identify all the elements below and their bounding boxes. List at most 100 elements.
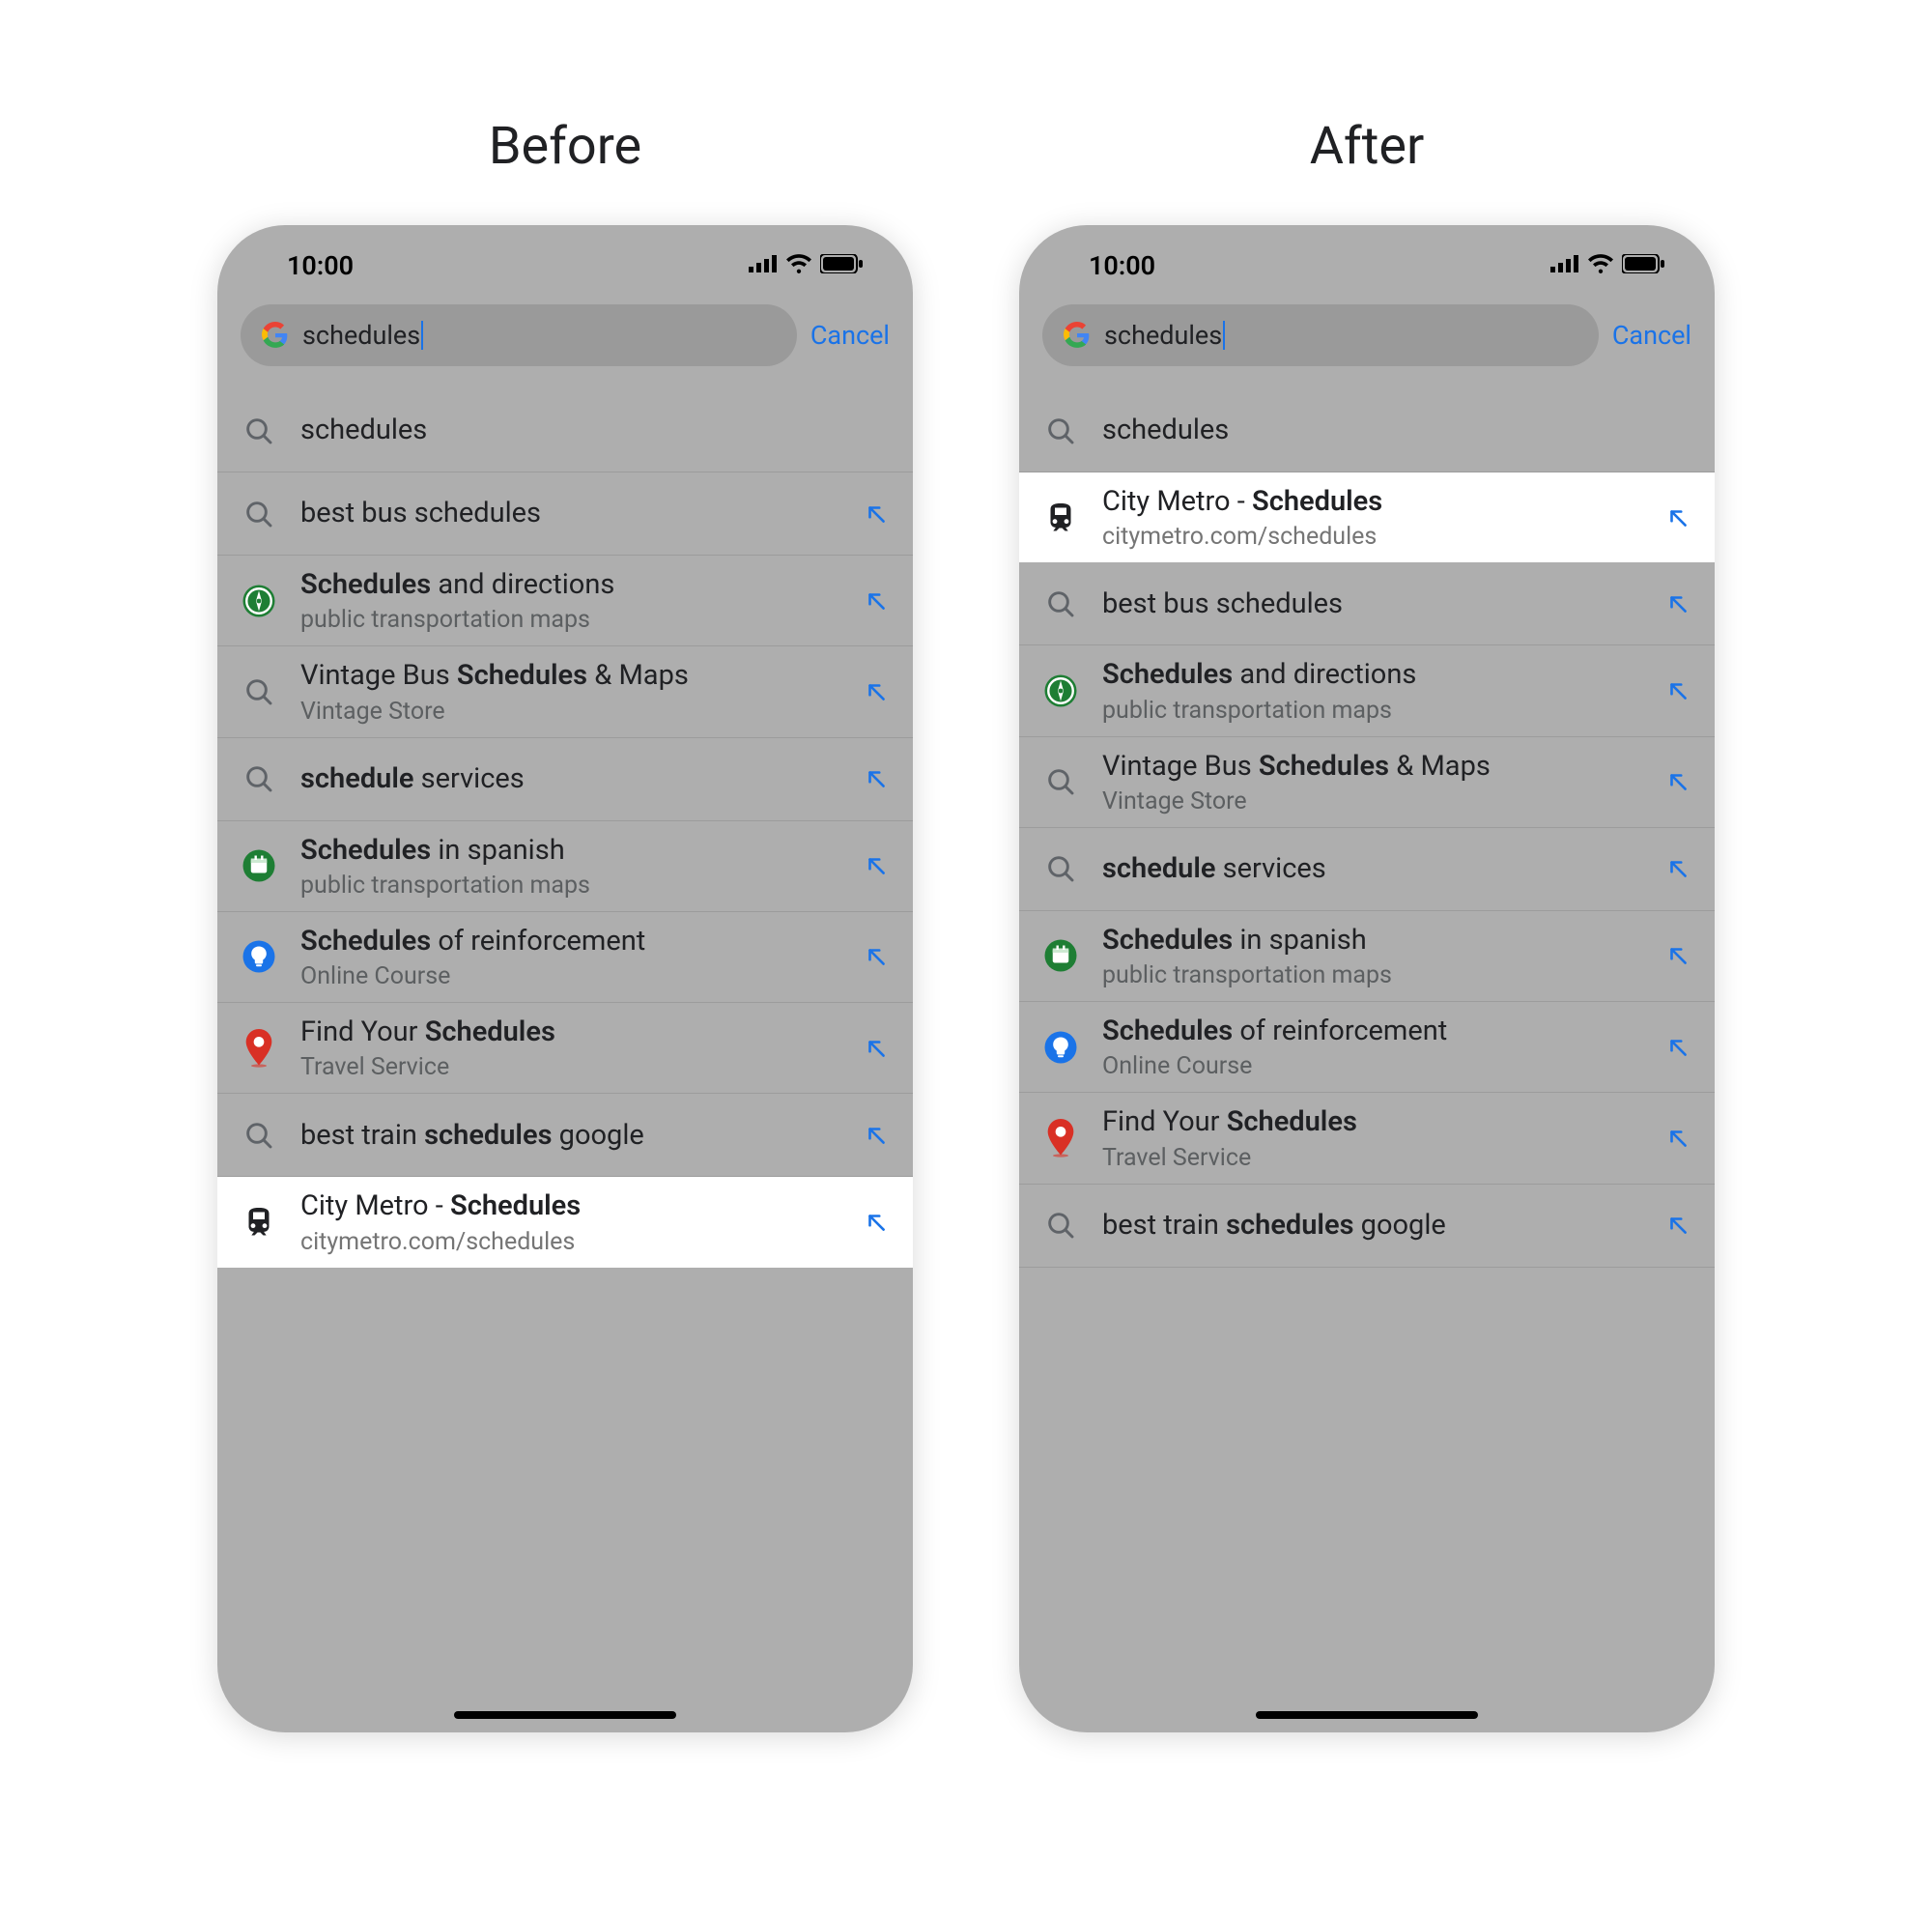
cancel-button[interactable]: Cancel	[1612, 320, 1691, 351]
suggestion-subtitle: Travel Service	[300, 1053, 853, 1081]
suggestion-row[interactable]: best bus schedules	[1019, 562, 1715, 645]
suggestion-row[interactable]: Schedules of reinforcementOnline Course	[217, 912, 913, 1003]
insert-arrow-icon[interactable]	[863, 766, 890, 791]
suggestion-title: schedule services	[300, 761, 853, 796]
suggestion-body: schedule services	[1102, 851, 1655, 886]
suggestion-row[interactable]: schedule services	[217, 738, 913, 821]
insert-arrow-icon[interactable]	[1664, 678, 1691, 703]
status-icons	[1550, 254, 1664, 277]
suggestions-before: schedules best bus schedules Schedules and…	[217, 389, 913, 1268]
suggestion-title: best bus schedules	[300, 496, 853, 530]
suggestion-body: best bus schedules	[300, 496, 853, 530]
search-row: schedules Cancel	[1019, 304, 1715, 366]
insert-arrow-icon[interactable]	[863, 944, 890, 969]
insert-arrow-icon[interactable]	[863, 588, 890, 614]
suggestion-subtitle: Online Course	[1102, 1052, 1655, 1080]
search-icon	[237, 415, 281, 446]
before-column: Before 10:00 schedules	[217, 116, 913, 1732]
suggestion-body: best train schedules google	[1102, 1208, 1655, 1243]
suggestion-title: Schedules in spanish	[1102, 923, 1655, 958]
suggestion-row[interactable]: Vintage Bus Schedules & MapsVintage Stor…	[217, 646, 913, 737]
insert-arrow-icon[interactable]	[863, 1123, 890, 1148]
suggestion-row[interactable]: best train schedules google	[217, 1094, 913, 1177]
suggestion-title: City Metro - Schedules	[1102, 484, 1655, 519]
suggestion-row[interactable]: schedule services	[1019, 828, 1715, 911]
insert-arrow-icon[interactable]	[1664, 769, 1691, 794]
suggestion-title: schedules	[300, 413, 890, 447]
suggestion-body: schedule services	[300, 761, 853, 796]
suggestion-subtitle: public transportation maps	[300, 606, 853, 634]
search-icon	[237, 499, 281, 529]
suggestion-title: best bus schedules	[1102, 586, 1655, 621]
suggestion-row[interactable]: Vintage Bus Schedules & MapsVintage Stor…	[1019, 737, 1715, 828]
wifi-icon	[1587, 254, 1614, 277]
insert-arrow-icon[interactable]	[1664, 1035, 1691, 1060]
suggestion-row[interactable]: best bus schedules	[217, 472, 913, 556]
suggestion-subtitle: Vintage Store	[300, 698, 853, 726]
insert-arrow-icon[interactable]	[1664, 856, 1691, 881]
home-indicator	[454, 1711, 676, 1719]
suggestion-row[interactable]: best train schedules google	[1019, 1185, 1715, 1268]
suggestion-row[interactable]: City Metro - Schedules citymetro.com/sche…	[1019, 472, 1715, 562]
suggestion-row[interactable]: Find Your SchedulesTravel Service	[217, 1003, 913, 1094]
insert-arrow-icon[interactable]	[863, 679, 890, 704]
suggestion-row[interactable]: Schedules of reinforcement Online Course	[1019, 1002, 1715, 1093]
insert-arrow-icon[interactable]	[863, 501, 890, 527]
suggestion-subtitle: citymetro.com/schedules	[1102, 523, 1655, 551]
google-g-icon	[1064, 322, 1091, 349]
suggestion-row[interactable]: Schedules in spanishpublic transportatio…	[217, 821, 913, 912]
insert-arrow-icon[interactable]	[1664, 1213, 1691, 1238]
status-bar: 10:00	[1019, 233, 1715, 299]
insert-arrow-icon[interactable]	[863, 1210, 890, 1235]
insert-arrow-icon[interactable]	[863, 1036, 890, 1061]
suggestion-title: Find Your Schedules	[1102, 1104, 1655, 1139]
suggestion-body: Schedules of reinforcementOnline Course	[300, 924, 853, 990]
insert-arrow-icon[interactable]	[863, 853, 890, 878]
home-indicator	[1256, 1711, 1478, 1719]
search-icon	[1038, 588, 1083, 619]
search-input[interactable]: schedules	[241, 304, 797, 366]
suggestion-row[interactable]: Schedules in spanishpublic transportatio…	[1019, 911, 1715, 1002]
suggestion-body: schedules	[300, 413, 890, 447]
suggestion-subtitle: public transportation maps	[1102, 697, 1655, 725]
search-icon	[1038, 853, 1083, 884]
insert-arrow-icon[interactable]	[1664, 591, 1691, 616]
suggestion-row[interactable]: schedules	[217, 389, 913, 472]
suggestion-row[interactable]: Schedules and directionspublic transport…	[1019, 645, 1715, 736]
search-icon	[237, 763, 281, 794]
after-column: After 10:00 schedules	[1019, 116, 1715, 1732]
insert-arrow-icon[interactable]	[1664, 505, 1691, 530]
suggestion-title: best train schedules google	[1102, 1208, 1655, 1243]
wifi-icon	[785, 254, 812, 277]
suggestions-after: schedules City Metro - Schedules citymetro…	[1019, 389, 1715, 1268]
signal-icon	[1550, 255, 1579, 276]
suggestion-title: Schedules in spanish	[300, 833, 853, 868]
before-heading: Before	[489, 116, 641, 177]
insert-arrow-icon[interactable]	[1664, 943, 1691, 968]
suggestion-body: Vintage Bus Schedules & MapsVintage Stor…	[300, 658, 853, 725]
suggestion-body: Find Your SchedulesTravel Service	[1102, 1104, 1655, 1171]
suggestion-title: Schedules of reinforcement	[1102, 1014, 1655, 1048]
search-icon	[1038, 1210, 1083, 1241]
suggestion-body: City Metro - Schedules citymetro.com/sche…	[300, 1188, 853, 1255]
search-input[interactable]: schedules	[1042, 304, 1599, 366]
pin-icon	[1038, 1119, 1083, 1158]
suggestion-title: Schedules of reinforcement	[300, 924, 853, 958]
search-icon	[1038, 415, 1083, 446]
suggestion-row[interactable]: Schedules and directionspublic transport…	[217, 556, 913, 646]
suggestion-subtitle: citymetro.com/schedules	[300, 1228, 853, 1256]
insert-arrow-icon[interactable]	[1664, 1126, 1691, 1151]
suggestion-body: Schedules and directionspublic transport…	[1102, 657, 1655, 724]
bulb-icon	[1038, 1030, 1083, 1065]
status-icons	[749, 254, 863, 277]
search-query: schedules	[302, 320, 423, 352]
cancel-button[interactable]: Cancel	[810, 320, 890, 351]
after-heading: After	[1310, 116, 1425, 177]
suggestion-row[interactable]: schedules	[1019, 389, 1715, 472]
suggestion-title: City Metro - Schedules	[300, 1188, 853, 1223]
suggestion-row[interactable]: City Metro - Schedules citymetro.com/sche…	[217, 1177, 913, 1267]
phone-before: 10:00 schedules Cancel	[217, 225, 913, 1732]
suggestion-body: Schedules of reinforcement Online Course	[1102, 1014, 1655, 1080]
suggestion-row[interactable]: Find Your SchedulesTravel Service	[1019, 1093, 1715, 1184]
status-bar: 10:00	[217, 233, 913, 299]
